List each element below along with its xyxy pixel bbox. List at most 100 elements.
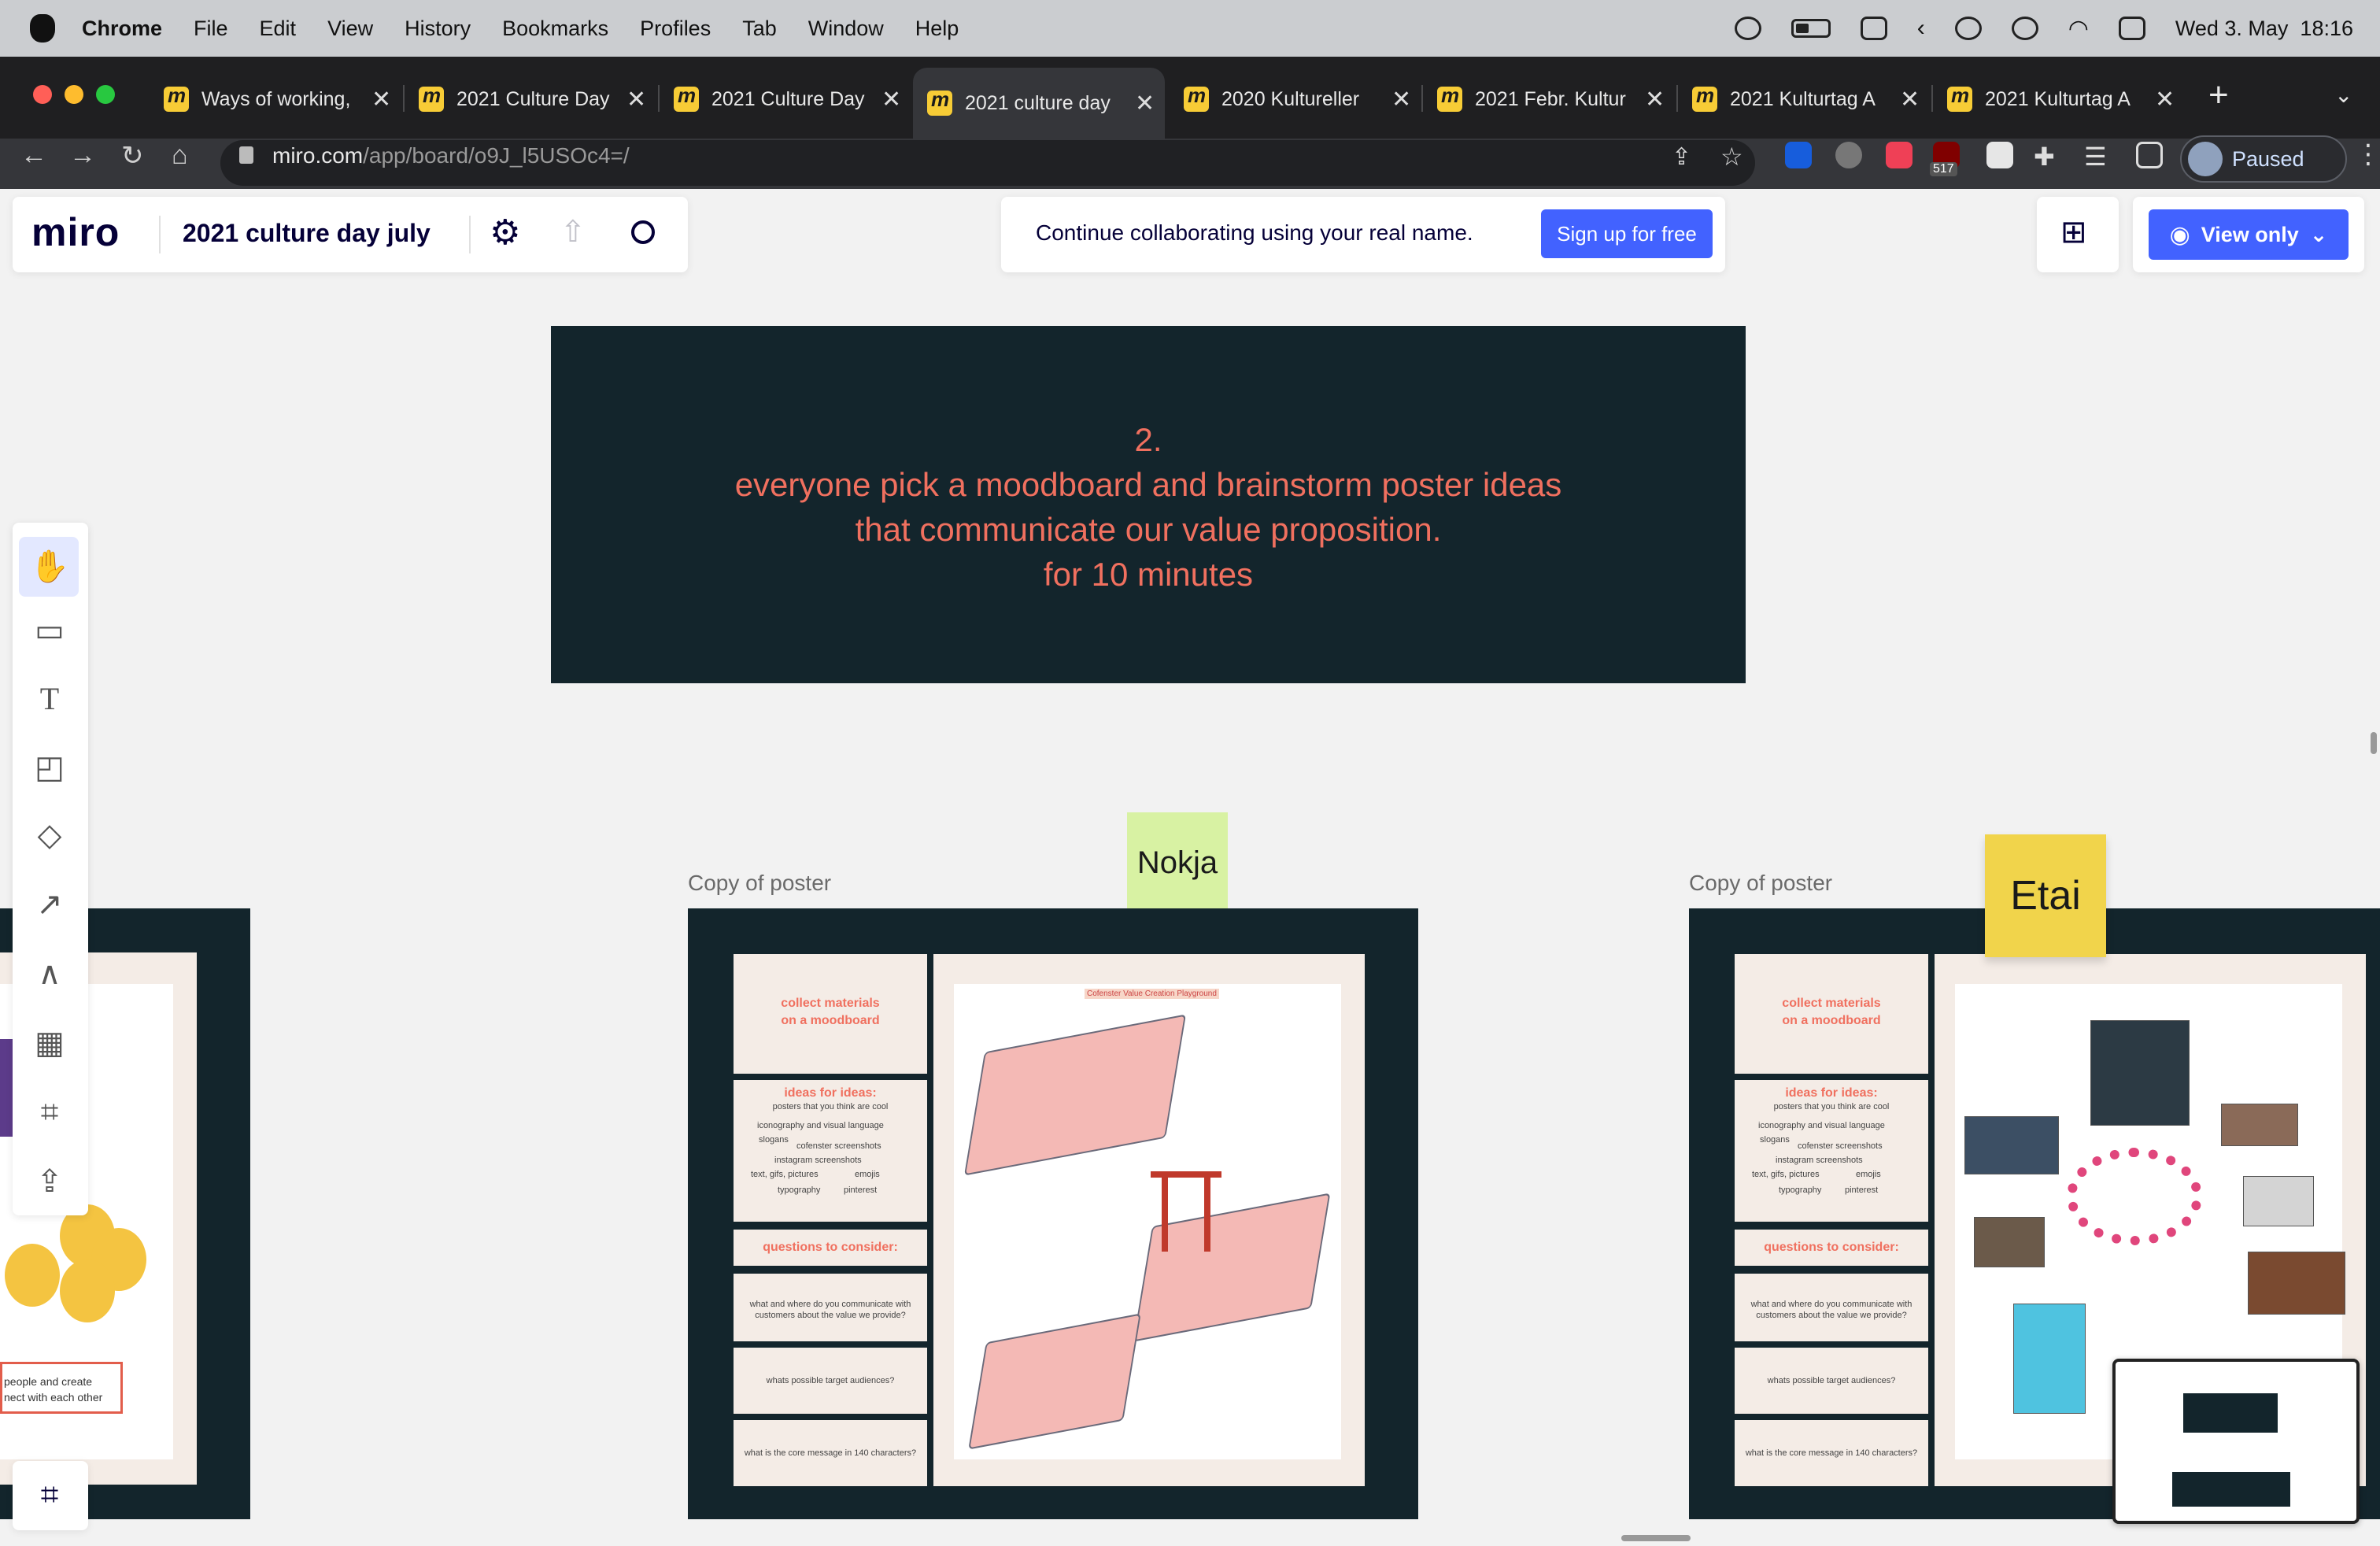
menu-help[interactable]: Help	[915, 17, 959, 41]
horizontal-scrollbar[interactable]	[1621, 1535, 1691, 1541]
browser-tab[interactable]: 2021 Kulturtag A ✕	[1678, 71, 1925, 128]
control-center-icon[interactable]	[2118, 17, 2145, 40]
time-machine-icon[interactable]	[1734, 17, 1761, 40]
close-tab-icon[interactable]: ✕	[626, 86, 646, 113]
connector-arrow-icon[interactable]: ↗	[30, 885, 69, 924]
close-tab-icon[interactable]: ✕	[1645, 86, 1665, 113]
new-tab-icon[interactable]: +	[2208, 76, 2229, 115]
comment-icon[interactable]: ▭	[30, 611, 69, 650]
airpods-icon[interactable]	[1954, 17, 1982, 40]
extension-badge: 517	[1930, 162, 1957, 176]
extension-icon[interactable]	[1986, 142, 2013, 168]
browser-tab[interactable]: Ways of working, ✕	[150, 71, 397, 128]
hand-icon[interactable]: ✋	[30, 546, 69, 586]
close-tab-icon[interactable]: ✕	[371, 86, 391, 113]
sticky-note[interactable]: Etai	[1985, 834, 2106, 957]
moodboard-photo	[2013, 1304, 2086, 1414]
more-menu-icon[interactable]: ⋮	[2355, 139, 2380, 170]
menu-history[interactable]: History	[405, 17, 471, 41]
battery-icon[interactable]	[1791, 19, 1831, 38]
browser-tab[interactable]: 2020 Kultureller ✕	[1170, 71, 1417, 128]
instruction-line: 2.	[1134, 421, 1162, 458]
menu-bookmarks[interactable]: Bookmarks	[502, 17, 608, 41]
poster-cell-q2: whats possible target audiences?	[734, 1348, 927, 1414]
close-window-button[interactable]	[33, 85, 52, 104]
instruction-line: everyone pick a moodboard and brainstorm…	[734, 466, 1562, 503]
tab-search-chevron-icon[interactable]: ⌄	[2334, 82, 2352, 108]
close-tab-icon[interactable]: ✕	[1391, 86, 1411, 113]
reading-list-icon[interactable]: ☰	[2084, 142, 2107, 172]
view-only-button[interactable]: ◉ View only ⌄	[2149, 209, 2349, 260]
zoom-window-button[interactable]	[96, 85, 115, 104]
menu-tab[interactable]: Tab	[742, 17, 777, 41]
poster-cell-collect: collect materials on a moodboard	[1735, 954, 1928, 1074]
close-tab-icon[interactable]: ✕	[2155, 86, 2175, 113]
upload-icon[interactable]: ⇪	[30, 1162, 69, 1201]
header-divider	[159, 216, 161, 253]
settings-gear-icon[interactable]: ⚙	[490, 213, 520, 253]
vertical-scrollbar[interactable]	[2371, 732, 2377, 754]
lock-icon[interactable]	[239, 146, 253, 164]
tab-title: 2021 Febr. Kultur	[1475, 87, 1626, 110]
minimize-window-button[interactable]	[65, 85, 83, 104]
search-icon[interactable]	[631, 220, 655, 244]
text-icon[interactable]: T	[30, 679, 69, 718]
browser-tab[interactable]: 2021 Febr. Kultur ✕	[1423, 71, 1670, 128]
sticky-note-icon[interactable]: ◰	[30, 748, 69, 787]
side-panel-icon[interactable]	[2136, 142, 2163, 168]
clock[interactable]: Wed 3. May 18:16	[2175, 17, 2353, 41]
shapes-icon[interactable]: ◇	[30, 816, 69, 855]
chevron-left-icon[interactable]: ‹	[1917, 15, 1925, 42]
apple-icon[interactable]	[30, 14, 55, 43]
menu-file[interactable]: File	[194, 17, 228, 41]
menu-edit[interactable]: Edit	[260, 17, 297, 41]
partial-text-box[interactable]: people and create nect with each other	[0, 1362, 123, 1414]
miro-logo[interactable]: miro	[31, 209, 120, 255]
close-tab-icon[interactable]: ✕	[1900, 86, 1920, 113]
back-icon[interactable]: ←	[20, 140, 47, 171]
browser-tab-active[interactable]: 2021 culture day ✕	[913, 68, 1165, 139]
miro-favicon-icon	[1437, 83, 1462, 112]
frame-icon[interactable]: ⌗	[30, 1093, 69, 1132]
menu-app-name[interactable]: Chrome	[82, 17, 162, 41]
profile-button[interactable]: Paused	[2180, 135, 2347, 183]
browser-tab[interactable]: 2021 Culture Day ✕	[660, 71, 907, 128]
moodboard-photo	[2248, 1252, 2345, 1315]
frame-label[interactable]: Copy of poster	[688, 871, 831, 896]
menu-window[interactable]: Window	[808, 17, 884, 41]
menu-profiles[interactable]: Profiles	[640, 17, 711, 41]
vpn-icon[interactable]	[2011, 17, 2038, 40]
bitwarden-icon[interactable]	[1785, 142, 1812, 168]
ideas-item: cofenster screenshots	[1798, 1141, 1883, 1151]
sign-up-button[interactable]: Sign up for free	[1541, 209, 1713, 258]
template-icon[interactable]: ▦	[30, 1023, 69, 1063]
extensions-puzzle-icon[interactable]: ✚	[2034, 142, 2055, 172]
poster-cell-q1: what and where do you communicate with c…	[734, 1274, 927, 1341]
close-tab-icon[interactable]: ✕	[881, 86, 901, 113]
reload-icon[interactable]: ↻	[121, 140, 144, 172]
browser-tab[interactable]: 2021 Culture Day ✕	[405, 71, 652, 128]
home-icon[interactable]: ⌂	[172, 140, 188, 171]
keyboard-icon[interactable]	[1860, 17, 1887, 40]
instruction-line: that communicate our value proposition.	[855, 511, 1442, 548]
url-text[interactable]: miro.com/app/board/o9J_l5USOc4=/	[272, 143, 630, 168]
board-title[interactable]: 2021 culture day july	[183, 219, 431, 248]
share-icon[interactable]: ⇪	[1672, 143, 1691, 171]
torii-gate-icon	[1162, 1173, 1168, 1252]
owl-extension-icon[interactable]	[1835, 142, 1862, 168]
pen-icon[interactable]: ∧	[30, 954, 69, 993]
ideas-item: instagram screenshots	[774, 1156, 862, 1165]
frame-label[interactable]: Copy of poster	[1689, 871, 1832, 896]
ideas-item: pinterest	[1845, 1185, 1879, 1195]
moodboard-photo	[2243, 1176, 2314, 1226]
browser-tab[interactable]: 2021 Kulturtag A ✕	[1933, 71, 2180, 128]
sticky-note[interactable]: Nokja	[1127, 812, 1228, 913]
wifi-icon[interactable]: ◠	[2068, 15, 2089, 43]
close-tab-icon[interactable]: ✕	[1135, 90, 1155, 117]
forward-icon[interactable]: →	[69, 140, 96, 171]
menu-view[interactable]: View	[327, 17, 373, 41]
export-icon[interactable]: ⇧	[560, 214, 586, 250]
pocket-icon[interactable]	[1886, 142, 1913, 168]
bookmark-star-icon[interactable]: ☆	[1720, 142, 1743, 172]
instruction-frame[interactable]: 2. everyone pick a moodboard and brainst…	[551, 326, 1746, 683]
